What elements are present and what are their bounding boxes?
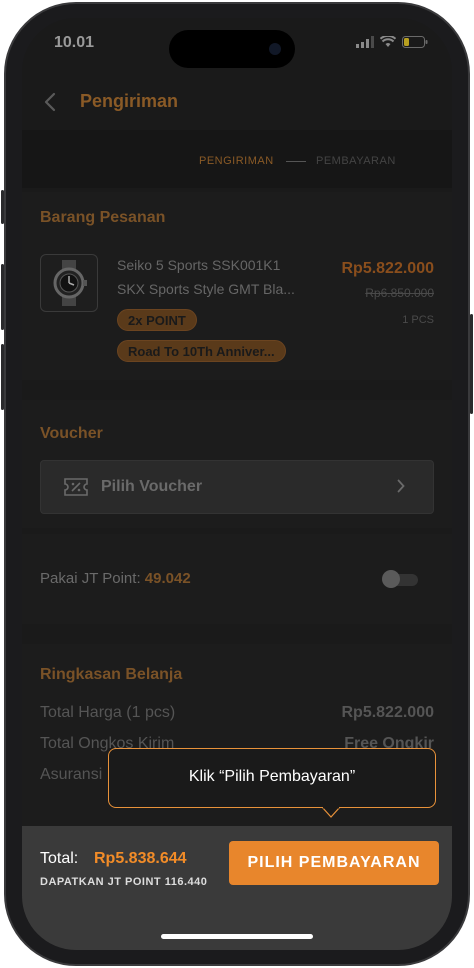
status-bar: 10.01	[22, 18, 452, 74]
status-time: 10.01	[54, 34, 95, 51]
choose-payment-button[interactable]: PILIH PEMBAYARAN	[229, 841, 439, 885]
checkout-steps: PENGIRIMAN PEMBAYARAN	[22, 130, 452, 188]
chevron-right-icon	[397, 479, 405, 493]
toggle-knob	[382, 570, 400, 588]
product-name-line1: Seiko 5 Sports SSK001K1	[117, 257, 281, 273]
summary-label: Asuransi	[40, 766, 103, 783]
voucher-section: Voucher Pilih Voucher	[22, 400, 452, 528]
tooltip-arrow	[322, 807, 340, 818]
signal-icon	[356, 36, 374, 48]
jt-point-toggle[interactable]	[382, 570, 420, 588]
tooltip-text: Klik “Pilih Pembayaran”	[188, 768, 356, 785]
page-title: Pengiriman	[80, 91, 179, 111]
watch-icon	[53, 260, 87, 306]
side-button	[1, 190, 4, 224]
point-badge: 2x POINT	[117, 309, 197, 331]
product-old-price: Rp6.850.000	[365, 286, 434, 300]
total-value: Rp5.838.644	[94, 850, 187, 867]
back-button[interactable]	[34, 86, 66, 118]
voucher-icon	[64, 478, 88, 496]
product-quantity: 1 PCS	[402, 314, 434, 326]
step-shipping: PENGIRIMAN	[199, 155, 274, 167]
summary-value: Rp5.822.000	[341, 704, 434, 721]
battery-icon	[402, 36, 428, 48]
product-price: Rp5.822.000	[341, 260, 434, 277]
voucher-label: Pilih Voucher	[101, 478, 203, 495]
onboarding-tooltip: Klik “Pilih Pembayaran”	[108, 748, 436, 808]
side-button	[1, 264, 4, 330]
product-name-line2: SKX Sports Style GMT Bla...	[117, 281, 295, 297]
step-payment: PEMBAYARAN	[316, 155, 396, 167]
promo-badge: Road To 10Th Anniver...	[117, 340, 286, 362]
jt-point-text: Pakai JT Point:	[40, 570, 141, 587]
section-title-order: Barang Pesanan	[40, 209, 166, 226]
order-items-section: Barang Pesanan Seiko 5 Sports SSK001K1 S…	[22, 192, 452, 380]
summary-label: Total Harga (1 pcs)	[40, 704, 176, 721]
wifi-icon	[380, 36, 396, 47]
product-thumbnail	[40, 254, 98, 312]
dynamic-island	[169, 30, 295, 68]
jt-point-section: Pakai JT Point: 49.042	[22, 534, 452, 624]
summary-row: Total Harga (1 pcs) Rp5.822.000	[40, 704, 434, 726]
home-indicator[interactable]	[161, 934, 313, 939]
section-title-voucher: Voucher	[40, 425, 103, 442]
side-button	[1, 344, 4, 410]
total-label: Total:	[40, 850, 79, 867]
app-bar: Pengiriman	[22, 74, 452, 130]
step-divider	[286, 161, 306, 162]
camera-icon	[269, 43, 281, 55]
side-button	[470, 314, 473, 414]
points-earn-text: DAPATKAN JT POINT 116.440	[40, 876, 208, 888]
jt-point-label: Pakai JT Point: 49.042	[40, 570, 191, 587]
jt-point-value: 49.042	[144, 570, 191, 587]
voucher-selector[interactable]: Pilih Voucher	[40, 460, 434, 514]
section-title-summary: Ringkasan Belanja	[40, 666, 183, 683]
phone-screen: 10.01 Pengiriman PENGIRIMAN PEMBAYARAN B…	[22, 18, 452, 950]
chevron-left-icon	[44, 92, 56, 112]
status-icons	[356, 36, 428, 48]
checkout-footer: Total: Rp5.838.644 DAPATKAN JT POINT 116…	[22, 826, 452, 950]
